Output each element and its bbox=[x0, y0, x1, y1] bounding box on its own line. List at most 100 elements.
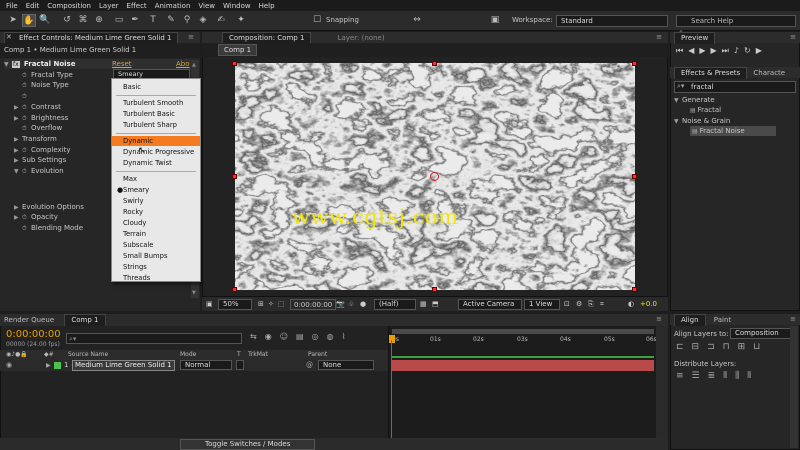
panel-menu-icon[interactable]: ≡ bbox=[656, 314, 662, 325]
close-icon[interactable]: ✕ bbox=[6, 33, 12, 41]
draft-3d-icon[interactable]: ◉ bbox=[265, 332, 280, 341]
expand-triangle-icon[interactable]: ▼ bbox=[674, 117, 682, 127]
align-scrollbar[interactable] bbox=[790, 326, 798, 448]
brainstorm-icon[interactable]: ◍ bbox=[327, 332, 342, 341]
layer-tab[interactable]: Layer: (none) bbox=[338, 34, 385, 42]
fx-badge-icon[interactable]: fx bbox=[12, 61, 20, 68]
timeline-scrollbar[interactable] bbox=[656, 326, 668, 450]
current-time-indicator[interactable] bbox=[389, 335, 395, 343]
reset-exposure-icon[interactable]: ⚙ bbox=[576, 299, 582, 310]
align-left-icon[interactable]: ⊏ bbox=[676, 342, 692, 352]
layer-parent-select[interactable]: None bbox=[318, 360, 374, 370]
timeline-timecode[interactable]: 0:00:00:00 bbox=[6, 329, 61, 340]
scroll-down-icon[interactable]: ▼ bbox=[192, 290, 198, 296]
stopwatch-icon[interactable]: ⏱ bbox=[22, 92, 31, 102]
menu-item-turbulent-basic[interactable]: Turbulent Basic bbox=[112, 109, 200, 119]
region-of-interest-icon[interactable]: ⬚ bbox=[278, 299, 285, 310]
menu-item-small-bumps[interactable]: Small Bumps bbox=[112, 251, 200, 261]
panel-menu-icon[interactable]: ≡ bbox=[790, 32, 796, 43]
puppet-tool-icon[interactable]: ✦ bbox=[234, 14, 248, 27]
reset-link[interactable]: Reset bbox=[112, 59, 132, 69]
menu-item-turbulent-sharp[interactable]: Turbulent Sharp bbox=[112, 120, 200, 130]
expand-triangle-icon[interactable]: ▶ bbox=[14, 114, 22, 124]
time-ruler[interactable]: 0s 01s 02s 03s 04s 05s 06s bbox=[388, 336, 657, 348]
selection-tool-icon[interactable]: ➤ bbox=[6, 14, 20, 27]
align-right-icon[interactable]: ⊐ bbox=[707, 342, 723, 352]
flowchart-icon[interactable]: ⌗ bbox=[600, 299, 604, 310]
align-top-icon[interactable]: ⊓ bbox=[723, 342, 738, 352]
layer-mode-select[interactable]: Normal bbox=[180, 360, 232, 370]
show-snapshot-icon[interactable]: ♧ bbox=[348, 299, 354, 310]
distribute-top-icon[interactable]: ≡ bbox=[676, 371, 692, 381]
source-name-header[interactable]: Source Name bbox=[68, 350, 108, 360]
transform-handle[interactable] bbox=[232, 174, 237, 179]
toggle-mask-icon[interactable]: ✧ bbox=[268, 299, 274, 310]
channel-icon[interactable]: ● bbox=[360, 299, 366, 310]
expand-triangle-icon[interactable]: ▶ bbox=[14, 135, 22, 145]
previous-frame-icon[interactable]: ◀ bbox=[688, 46, 699, 55]
type-tool-icon[interactable]: T bbox=[146, 14, 160, 27]
transparency-grid-icon[interactable]: ▦ bbox=[420, 299, 427, 310]
menu-view[interactable]: View bbox=[198, 2, 215, 10]
pen-tool-icon[interactable]: ✒ bbox=[128, 14, 142, 27]
align-to-select[interactable]: Composition bbox=[730, 328, 796, 339]
hand-tool-icon[interactable]: ✋ bbox=[22, 14, 36, 27]
menu-item-dynamic-twist[interactable]: Dynamic Twist bbox=[112, 158, 200, 168]
search-help-input[interactable]: Search Help bbox=[676, 15, 796, 27]
menu-item-dynamic[interactable]: Dynamic bbox=[112, 136, 200, 146]
expand-triangle-icon[interactable]: ▶ bbox=[14, 156, 22, 166]
rectangle-tool-icon[interactable]: ▭ bbox=[112, 14, 126, 27]
transform-handle[interactable] bbox=[632, 174, 637, 179]
shy-icon[interactable]: ☺ bbox=[280, 332, 296, 341]
eraser-tool-icon[interactable]: ◈ bbox=[196, 14, 210, 27]
current-time-display[interactable]: 0:00:00:00 bbox=[290, 299, 337, 310]
menu-item-smeary[interactable]: Smeary bbox=[112, 185, 200, 195]
loop-icon[interactable]: ↻ bbox=[744, 46, 756, 55]
paint-tab[interactable]: Paint bbox=[714, 316, 731, 324]
align-tool-icon[interactable]: ⇔ bbox=[410, 14, 424, 27]
visibility-eye-icon[interactable]: ◉ bbox=[6, 360, 12, 371]
stopwatch-icon[interactable]: ⏱ bbox=[22, 124, 31, 134]
timeline-search-input[interactable]: ⌕▾ bbox=[66, 333, 242, 344]
rotate-tool-icon[interactable]: ↺ bbox=[60, 14, 74, 27]
pan-behind-tool-icon[interactable]: ⊕ bbox=[92, 14, 106, 27]
time-navigator[interactable] bbox=[392, 329, 654, 334]
menu-layer[interactable]: Layer bbox=[99, 2, 119, 10]
timeline-icon[interactable]: ⎘ bbox=[588, 299, 594, 310]
panel-menu-icon[interactable]: ≡ bbox=[790, 314, 796, 325]
expand-triangle-icon[interactable]: ▼ bbox=[674, 96, 682, 106]
preview-tab[interactable]: Preview bbox=[674, 32, 716, 44]
mode-header[interactable]: Mode bbox=[180, 350, 196, 360]
work-area-bar[interactable] bbox=[392, 356, 654, 358]
parent-header[interactable]: Parent bbox=[308, 350, 327, 360]
align-vcenter-icon[interactable]: ⊞ bbox=[738, 342, 754, 352]
pick-whip-icon[interactable]: @ bbox=[306, 360, 313, 371]
snapshot-icon[interactable]: 📷 bbox=[336, 299, 345, 310]
fractal-effect-item[interactable]: ▤ Fractal bbox=[690, 105, 721, 115]
expand-triangle-icon[interactable]: ▶ bbox=[14, 103, 22, 113]
align-hcenter-icon[interactable]: ⊟ bbox=[692, 342, 708, 352]
transform-handle[interactable] bbox=[232, 61, 237, 66]
camera-tool-icon[interactable]: ⌘ bbox=[76, 14, 90, 27]
view-layout-select[interactable]: 1 View bbox=[524, 299, 560, 310]
fractal-noise-effect-item[interactable]: ▤ Fractal Noise bbox=[690, 126, 776, 136]
snapping-checkbox-icon[interactable]: ☐ bbox=[310, 14, 324, 27]
first-frame-icon[interactable]: ⏮ bbox=[676, 46, 688, 55]
menu-animation[interactable]: Animation bbox=[155, 2, 191, 10]
camera-select[interactable]: Active Camera bbox=[458, 299, 522, 310]
transform-handle[interactable] bbox=[632, 61, 637, 66]
clone-stamp-tool-icon[interactable]: ⚲ bbox=[180, 14, 194, 27]
layer-source-name[interactable]: Medium Lime Green Solid 1 bbox=[72, 360, 175, 371]
menu-edit[interactable]: Edit bbox=[26, 2, 40, 10]
effects-search-input[interactable]: fractal bbox=[674, 81, 796, 93]
menu-item-dynamic-progressive[interactable]: Dynamic Progressive bbox=[112, 147, 200, 157]
motion-blur-icon[interactable]: ◎ bbox=[312, 332, 327, 341]
layer-duration-bar[interactable] bbox=[392, 360, 654, 371]
menu-item-max[interactable]: Max bbox=[112, 174, 200, 184]
menu-help[interactable]: Help bbox=[259, 2, 275, 10]
menu-item-strings[interactable]: Strings bbox=[112, 262, 200, 272]
roto-brush-tool-icon[interactable]: ✍ bbox=[214, 14, 228, 27]
character-tab[interactable]: Characte bbox=[753, 69, 785, 77]
menu-composition[interactable]: Composition bbox=[47, 2, 91, 10]
comp-mini-flowchart-icon[interactable]: ⇆ bbox=[250, 332, 265, 341]
